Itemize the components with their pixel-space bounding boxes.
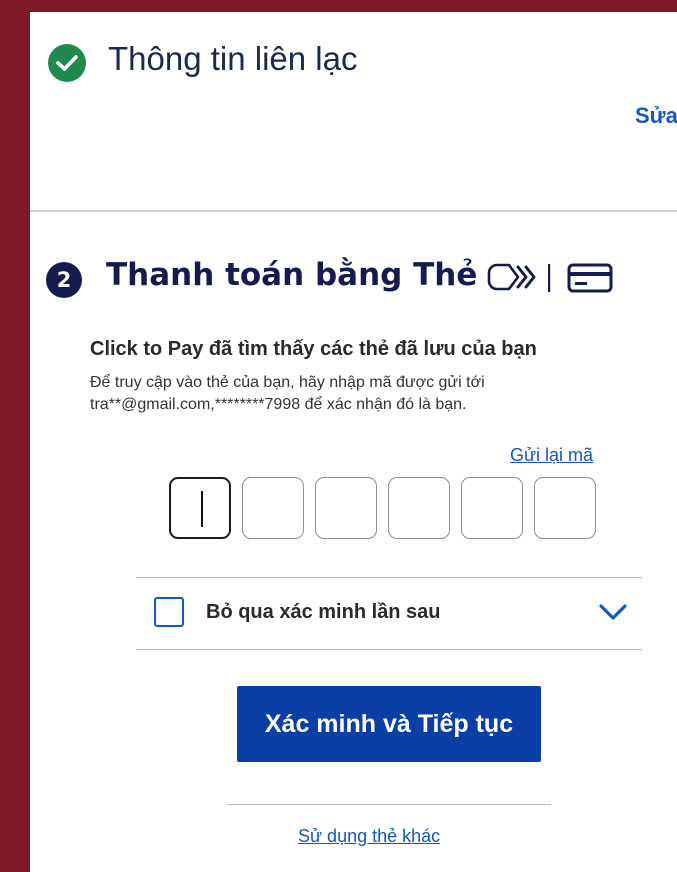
checkout-panel: Thông tin liên lạc Sửa 2 Thanh toán bằng… xyxy=(30,12,677,872)
divider xyxy=(227,804,551,805)
skip-verification-label[interactable]: Bỏ qua xác minh lần sau xyxy=(206,601,441,624)
otp-digit-6[interactable] xyxy=(534,477,596,539)
edit-contact-link[interactable]: Sửa xyxy=(635,103,677,129)
otp-digit-5[interactable] xyxy=(461,477,523,539)
divider xyxy=(136,577,642,578)
chevron-down-icon[interactable] xyxy=(598,602,628,622)
contact-info-section: Thông tin liên lạc Sửa xyxy=(30,12,677,212)
skip-verification-checkbox[interactable] xyxy=(154,597,184,627)
section-divider xyxy=(30,210,677,212)
payment-section-title: Thanh toán bằng Thẻ xyxy=(106,257,478,293)
contact-section-title: Thông tin liên lạc xyxy=(108,40,358,77)
otp-input-group xyxy=(169,477,596,539)
step-number-badge: 2 xyxy=(46,262,82,298)
verify-and-continue-button[interactable]: Xác minh và Tiếp tục xyxy=(237,686,541,762)
otp-digit-4[interactable] xyxy=(388,477,450,539)
click-to-pay-icon xyxy=(487,263,551,292)
resend-code-link[interactable]: Gửi lại mã xyxy=(510,445,593,466)
otp-instructions: Để truy cập vào thẻ của bạn, hãy nhập mã… xyxy=(90,374,485,413)
divider xyxy=(136,649,642,650)
otp-digit-3[interactable] xyxy=(315,477,377,539)
check-circle-icon xyxy=(48,44,86,82)
credit-card-icon xyxy=(567,263,613,293)
text-caret xyxy=(201,491,203,527)
otp-digit-2[interactable] xyxy=(242,477,304,539)
cards-found-title: Click to Pay đã tìm thấy các thẻ đã lưu … xyxy=(90,338,537,360)
use-other-card-link[interactable]: Sử dụng thẻ khác xyxy=(298,826,440,847)
otp-digit-1[interactable] xyxy=(169,477,231,539)
